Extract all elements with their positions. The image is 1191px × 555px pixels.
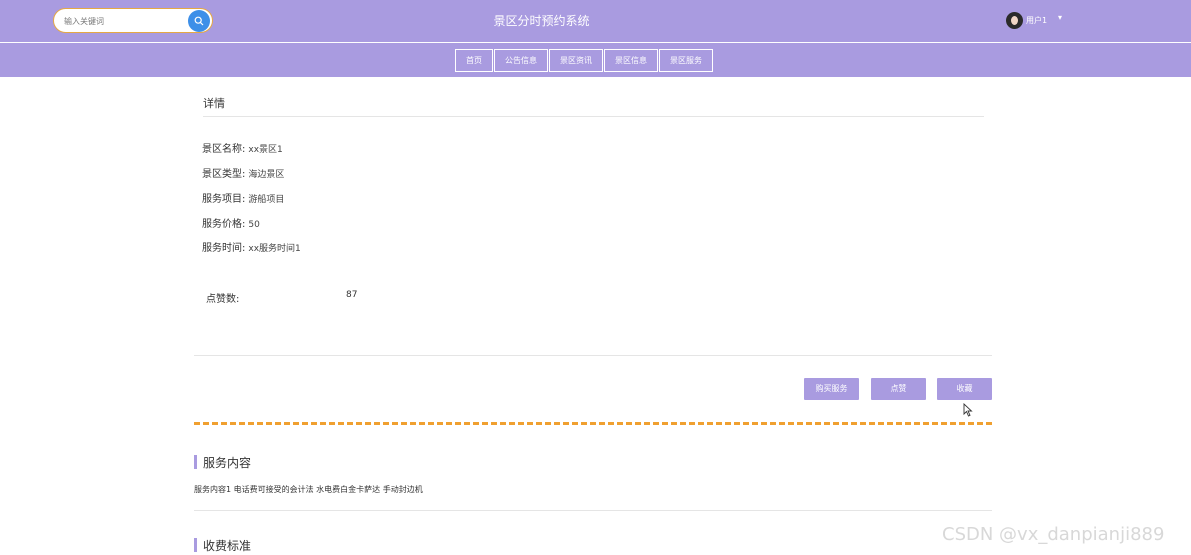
section-marker — [194, 455, 197, 469]
field-service-price: 服务价格: 50 — [202, 215, 260, 230]
field-value: xx服务时间1 — [248, 244, 301, 254]
field-value: 50 — [248, 220, 260, 230]
mouse-cursor-icon — [963, 403, 973, 417]
divider — [194, 510, 992, 511]
field-label: 景区名称: — [202, 144, 246, 155]
app-title: 景区分时预约系统 — [493, 14, 590, 28]
nav-item-scenic-service[interactable]: 景区服务 — [659, 49, 713, 72]
field-service-item: 服务项目: 游船项目 — [202, 190, 284, 205]
detail-title: 详情 — [203, 97, 225, 110]
field-value: 游船项目 — [248, 195, 285, 205]
section-marker — [194, 538, 197, 552]
main-nav: 首页 公告信息 景区资讯 景区信息 景区服务 — [455, 49, 714, 72]
like-button[interactable]: 点赞 — [871, 378, 926, 400]
nav-item-news[interactable]: 景区资讯 — [549, 49, 603, 72]
service-content-title: 服务内容 — [203, 456, 252, 470]
field-value: xx景区1 — [248, 145, 283, 155]
likes-count: 87 — [346, 290, 358, 300]
nav-item-scenic-info[interactable]: 景区信息 — [604, 49, 658, 72]
divider — [203, 116, 984, 117]
likes-label: 点赞数: — [206, 294, 240, 305]
field-label: 景区类型: — [202, 169, 246, 180]
watermark: CSDN @vx_danpianji889 — [942, 524, 1165, 545]
field-label: 服务时间: — [202, 243, 246, 254]
field-value: 海边景区 — [248, 170, 285, 180]
user-name: 用户1 — [1026, 16, 1048, 25]
nav-item-home[interactable]: 首页 — [455, 49, 493, 72]
fee-standard-title: 收费标准 — [203, 539, 252, 553]
section-divider-dashed — [194, 422, 992, 425]
field-label: 服务项目: — [202, 194, 246, 205]
nav-bar: 首页 公告信息 景区资讯 景区信息 景区服务 — [0, 43, 1191, 77]
divider — [194, 355, 992, 356]
chevron-down-icon: ▾ — [1058, 13, 1063, 22]
field-scenic-type: 景区类型: 海边景区 — [202, 165, 284, 180]
avatar — [1006, 12, 1023, 29]
service-content-text: 服务内容1 电话费可接受的会计法 水电费白金卡萨达 手动封边机 — [194, 485, 423, 494]
top-header: 景区分时预约系统 用户1 ▾ — [0, 0, 1191, 42]
nav-item-announcements[interactable]: 公告信息 — [494, 49, 548, 72]
buy-service-button[interactable]: 购买服务 — [804, 378, 859, 400]
field-scenic-name: 景区名称: xx景区1 — [202, 140, 283, 155]
favorite-button[interactable]: 收藏 — [937, 378, 992, 400]
field-service-time: 服务时间: xx服务时间1 — [202, 239, 301, 254]
field-label: 服务价格: — [202, 219, 246, 230]
